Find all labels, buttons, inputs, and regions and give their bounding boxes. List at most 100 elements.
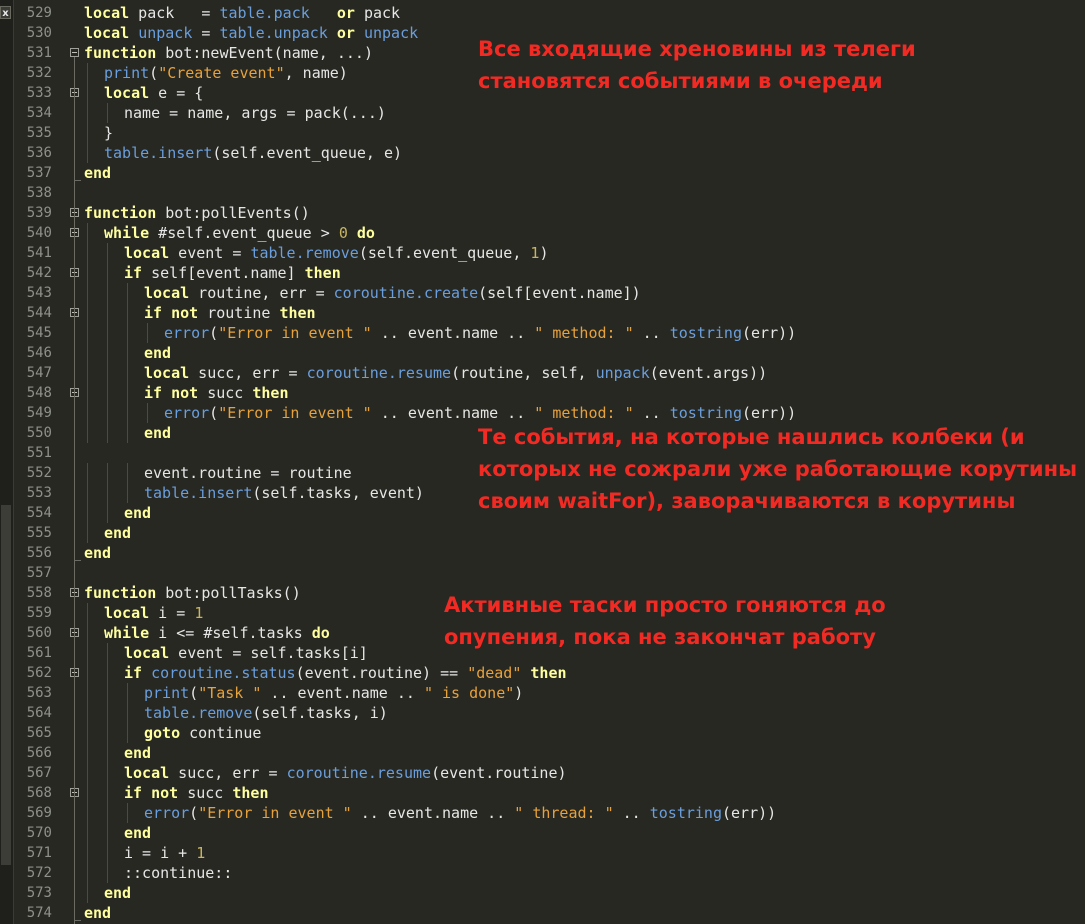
identifier-token: (err)) bbox=[742, 324, 797, 342]
line-number: 557 bbox=[26, 565, 52, 581]
keyword-token: local bbox=[124, 244, 170, 262]
identifier-token bbox=[310, 4, 337, 22]
code-line[interactable]: end bbox=[144, 423, 171, 443]
fold-margin[interactable] bbox=[69, 0, 83, 924]
identifier-token: ( bbox=[189, 684, 199, 702]
code-line[interactable]: function bot:pollEvents() bbox=[84, 203, 310, 223]
identifier-token: event.routine = routine bbox=[144, 464, 352, 482]
code-line[interactable]: local event = self.tasks[i] bbox=[124, 643, 368, 663]
identifier-token: ( bbox=[189, 804, 199, 822]
identifier-token: succ, err = bbox=[169, 764, 287, 782]
indent-guide bbox=[107, 343, 108, 363]
keyword-token: while bbox=[104, 224, 150, 242]
indent-guide bbox=[87, 283, 88, 303]
code-line[interactable]: print("Create event", name) bbox=[104, 63, 348, 83]
identifier-token: self[event.name] bbox=[142, 264, 305, 282]
keyword-token: end bbox=[84, 904, 112, 922]
code-line[interactable]: end bbox=[104, 883, 131, 903]
code-line[interactable]: error("Error in event " .. event.name ..… bbox=[164, 403, 796, 423]
code-line[interactable]: name = name, args = pack(...) bbox=[124, 103, 386, 123]
library-token: tostring bbox=[669, 324, 742, 342]
line-number: 530 bbox=[26, 25, 52, 41]
code-line[interactable]: table.insert(self.tasks, event) bbox=[144, 483, 424, 503]
keyword-token: local bbox=[84, 24, 130, 42]
line-number: 539 bbox=[26, 205, 52, 221]
indent-guide bbox=[107, 843, 108, 863]
identifier-token: (event.args)) bbox=[649, 364, 768, 382]
code-line[interactable]: end bbox=[144, 343, 171, 363]
identifier-token: ::continue:: bbox=[124, 864, 233, 882]
identifier-token: name = name, args = pack(...) bbox=[124, 104, 386, 122]
keyword-token: end bbox=[144, 344, 172, 362]
keyword-token: do bbox=[311, 624, 330, 642]
code-line[interactable]: end bbox=[104, 523, 131, 543]
panel-scrollbar-thumb[interactable] bbox=[1, 505, 11, 865]
identifier-token bbox=[142, 664, 151, 682]
keyword-token: or bbox=[336, 24, 355, 42]
indent-guide bbox=[87, 323, 88, 343]
code-line[interactable]: local e = { bbox=[104, 83, 203, 103]
code-line[interactable]: error("Error in event " .. event.name ..… bbox=[144, 803, 776, 823]
identifier-token: .. event.name .. bbox=[351, 804, 515, 822]
code-line[interactable]: if not routine then bbox=[144, 303, 316, 323]
code-line[interactable]: local succ, err = coroutine.resume(routi… bbox=[144, 363, 767, 383]
close-panel-button[interactable]: x bbox=[0, 6, 11, 19]
annotation-active-tasks: Активные таски просто гоняются до опупен… bbox=[444, 593, 886, 649]
code-line[interactable]: if not succ then bbox=[144, 383, 289, 403]
identifier-token: bot:pollTasks() bbox=[156, 584, 301, 602]
indent-guide bbox=[127, 343, 128, 363]
code-line[interactable]: end bbox=[124, 823, 151, 843]
indent-guide bbox=[127, 723, 128, 743]
code-line[interactable]: error("Error in event " .. event.name ..… bbox=[164, 323, 796, 343]
code-line[interactable]: local i = 1 bbox=[104, 603, 203, 623]
code-line[interactable]: end bbox=[84, 903, 111, 923]
code-line[interactable]: local routine, err = coroutine.create(se… bbox=[144, 283, 641, 303]
code-line[interactable]: end bbox=[124, 743, 151, 763]
code-line[interactable]: ::continue:: bbox=[124, 863, 232, 883]
code-line[interactable]: table.remove(self.tasks, i) bbox=[144, 703, 388, 723]
indent-guide bbox=[107, 683, 108, 703]
line-number: 529 bbox=[26, 5, 52, 21]
fold-toggle-icon[interactable] bbox=[70, 48, 79, 57]
code-line[interactable]: } bbox=[104, 123, 113, 143]
line-number: 565 bbox=[26, 725, 52, 741]
code-line[interactable]: if self[event.name] then bbox=[124, 263, 341, 283]
identifier-token: pack bbox=[354, 4, 401, 22]
library-token: table.pack bbox=[219, 4, 310, 22]
fold-range-line bbox=[74, 57, 75, 924]
keyword-token: function bbox=[84, 204, 157, 222]
code-line[interactable]: goto continue bbox=[144, 723, 261, 743]
code-line[interactable]: local succ, err = coroutine.resume(event… bbox=[124, 763, 567, 783]
code-line[interactable]: end bbox=[84, 543, 111, 563]
code-editor[interactable]: x 529 local pack = table.pack or pack 530 l… bbox=[0, 0, 1085, 924]
code-line[interactable]: function bot:pollTasks() bbox=[84, 583, 301, 603]
code-line[interactable]: if coroutine.status(event.routine) == "d… bbox=[124, 663, 567, 683]
code-line[interactable]: i = i + 1 bbox=[124, 843, 205, 863]
keyword-token: goto bbox=[144, 724, 181, 742]
identifier-token: ( bbox=[209, 324, 219, 342]
code-line[interactable]: local unpack = table.unpack or unpack bbox=[84, 23, 418, 43]
code-line[interactable]: end bbox=[124, 503, 151, 523]
identifier-token: } bbox=[104, 124, 114, 142]
code-line[interactable]: while i <= #self.tasks do bbox=[104, 623, 330, 643]
library-token: tostring bbox=[669, 404, 742, 422]
indent-guide bbox=[87, 363, 88, 383]
code-line[interactable]: table.insert(self.event_queue, e) bbox=[104, 143, 402, 163]
code-line[interactable]: print("Task " .. event.name .. " is done… bbox=[144, 683, 523, 703]
line-number: 553 bbox=[26, 485, 52, 501]
identifier-token: succ bbox=[198, 384, 253, 402]
code-line[interactable]: if not succ then bbox=[124, 783, 269, 803]
code-line[interactable]: event.routine = routine bbox=[144, 463, 352, 483]
code-line[interactable]: end bbox=[84, 163, 111, 183]
identifier-token: i <= #self.tasks bbox=[149, 624, 312, 642]
side-panel-strip: x bbox=[0, 0, 14, 924]
line-number: 552 bbox=[26, 465, 52, 481]
library-token: error bbox=[144, 804, 190, 822]
code-line[interactable]: function bot:newEvent(name, ...) bbox=[84, 43, 373, 63]
number-token: 1 bbox=[194, 604, 204, 622]
indent-guide bbox=[107, 803, 108, 823]
code-line[interactable]: local event = table.remove(self.event_qu… bbox=[124, 243, 548, 263]
code-line[interactable]: local pack = table.pack or pack bbox=[84, 3, 400, 23]
code-line[interactable]: while #self.event_queue > 0 do bbox=[104, 223, 375, 243]
keyword-token: then bbox=[530, 664, 567, 682]
